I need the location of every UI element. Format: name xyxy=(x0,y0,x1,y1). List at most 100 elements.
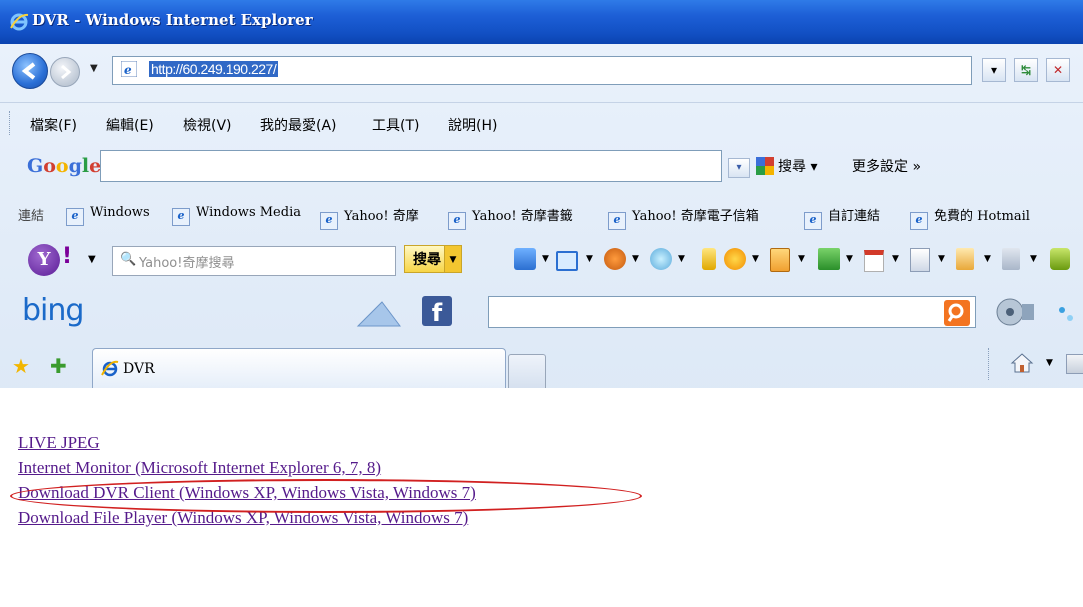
menu-view[interactable]: 檢視(V) xyxy=(183,115,232,135)
tab-label: DVR xyxy=(123,361,155,377)
google-search-button[interactable]: 搜尋 ▾ xyxy=(756,156,817,176)
mail-icon[interactable] xyxy=(556,251,578,271)
menu-bar: 檔案(F) 編輯(E) 檢視(V) 我的最愛(A) 工具(T) 說明(H) xyxy=(0,102,1083,143)
menu-edit[interactable]: 編輯(E) xyxy=(106,115,154,135)
yahoo-notebook-icon[interactable] xyxy=(514,248,536,270)
address-row: ▼ e http://60.249.190.227/ ▾ ↹ ✕ xyxy=(0,44,1083,102)
toolbar-dropdown-icon[interactable]: ▼ xyxy=(1030,254,1037,264)
toolbar-dropdown-icon[interactable]: ▼ xyxy=(678,254,685,264)
yahoo-search-input[interactable]: 🔍 Yahoo!奇摩搜尋 xyxy=(112,246,396,276)
yahoo-search-dropdown-icon[interactable]: ▼ xyxy=(444,246,461,272)
link-live-jpeg[interactable]: LIVE JPEG xyxy=(18,433,100,453)
games-icon[interactable] xyxy=(724,248,746,270)
page-icon[interactable] xyxy=(910,248,930,272)
ie-page-icon: e xyxy=(320,212,338,230)
tab-dvr[interactable]: DVR xyxy=(92,348,506,389)
menu-favorites[interactable]: 我的最愛(A) xyxy=(260,115,337,135)
home-dropdown-icon[interactable]: ▼ xyxy=(1046,358,1053,368)
search-icon: 🔍 xyxy=(120,252,137,267)
forward-button[interactable] xyxy=(50,57,80,87)
svg-text:e: e xyxy=(124,63,132,77)
links-label: 連結 xyxy=(18,209,45,224)
favorites-star-icon[interactable]: ★ xyxy=(12,354,30,378)
toolbar-grip xyxy=(9,111,12,135)
video-icon[interactable] xyxy=(994,296,1038,328)
history-dropdown-icon[interactable]: ▼ xyxy=(90,63,98,74)
google-search-input[interactable] xyxy=(100,150,722,182)
ie-page-icon: e xyxy=(121,61,137,77)
google-dropdown-button[interactable]: ▾ xyxy=(728,158,750,178)
link-custom[interactable]: e 自訂連結 xyxy=(804,205,880,230)
yahoo-toolbar: Y ! ▼ 🔍 Yahoo!奇摩搜尋 搜尋 ▼ ▼ ▼ ▼ ▼ ▼ ▼ ▼ ▼ … xyxy=(0,236,1083,288)
toolbar-dropdown-icon[interactable]: ▼ xyxy=(632,254,639,264)
toolbar-dropdown-icon[interactable]: ▼ xyxy=(586,254,593,264)
link-yahoo-mail[interactable]: e Yahoo! 奇摩電子信箱 xyxy=(608,205,759,230)
title-bar: DVR - Windows Internet Explorer xyxy=(0,0,1083,44)
home-icon[interactable] xyxy=(1010,352,1034,374)
toolbar-dropdown-icon[interactable]: ▼ xyxy=(752,254,759,264)
yahoo-menu-dropdown-icon[interactable]: ▼ xyxy=(88,254,96,265)
add-favorites-icon[interactable]: ✚ xyxy=(50,354,67,378)
puzzle-icon[interactable] xyxy=(1050,248,1070,270)
highlight-annotation-ellipse xyxy=(10,479,642,513)
page-content: LIVE JPEG Internet Monitor (Microsoft In… xyxy=(0,388,1083,607)
ie-page-icon: e xyxy=(172,208,190,226)
menu-file[interactable]: 檔案(F) xyxy=(30,115,77,135)
calendar-icon[interactable] xyxy=(864,250,884,272)
finance-icon[interactable] xyxy=(818,248,840,270)
link-yahoo[interactable]: e Yahoo! 奇摩 xyxy=(320,205,419,230)
tab-bar: ★ ✚ DVR ▼ xyxy=(0,340,1083,389)
forward-arrow-icon xyxy=(61,64,72,80)
google-search-icon xyxy=(756,157,774,175)
links-bar: 連結 e Windows e Windows Media e Yahoo! 奇摩 eY… xyxy=(0,192,1083,236)
toolbar-dropdown-icon[interactable]: ▼ xyxy=(846,254,853,264)
ie-page-icon: e xyxy=(608,212,626,230)
answers-icon[interactable] xyxy=(650,248,672,270)
link-windows-media[interactable]: e Windows Media xyxy=(172,205,301,226)
back-button[interactable] xyxy=(12,53,48,89)
link-hotmail[interactable]: e 免費的 Hotmail xyxy=(910,205,1030,230)
google-settings-button[interactable]: 更多設定 » xyxy=(852,156,921,176)
ie-logo-icon xyxy=(10,13,29,31)
notes-icon[interactable] xyxy=(956,248,974,270)
send-icon[interactable] xyxy=(356,298,402,328)
yahoo-logo[interactable]: Y xyxy=(28,244,60,276)
bing-logo[interactable]: bing xyxy=(22,293,84,328)
toolbar-dropdown-icon[interactable]: ▼ xyxy=(892,254,899,264)
address-url[interactable]: http://60.249.190.227/ xyxy=(149,61,279,77)
ie-page-icon: e xyxy=(804,212,822,230)
toolbar-grip xyxy=(988,348,989,380)
yahoo-search-label: 搜尋 xyxy=(413,252,441,268)
address-bar[interactable]: e http://60.249.190.227/ xyxy=(112,56,972,85)
yahoo-logo-bang: ! xyxy=(62,244,73,269)
link-internet-monitor[interactable]: Internet Monitor (Microsoft Internet Exp… xyxy=(18,458,381,478)
stop-button[interactable]: ✕ xyxy=(1046,58,1070,82)
link-yahoo-bookmarks[interactable]: e Yahoo! 奇摩書籤 xyxy=(448,205,573,230)
menu-help[interactable]: 說明(H) xyxy=(448,115,497,135)
new-tab-button[interactable] xyxy=(508,354,546,389)
messenger-icon[interactable] xyxy=(604,248,626,270)
yahoo-search-button[interactable]: 搜尋 ▼ xyxy=(404,245,462,273)
folder-icon[interactable] xyxy=(770,248,790,272)
back-arrow-icon xyxy=(21,62,36,80)
search-icon xyxy=(947,303,964,322)
bookmark-icon[interactable] xyxy=(702,248,716,270)
ie-page-icon: e xyxy=(448,212,466,230)
ie-page-icon: e xyxy=(66,208,84,226)
toolbar-dropdown-icon[interactable]: ▼ xyxy=(798,254,805,264)
toolbar-dropdown-icon[interactable]: ▼ xyxy=(542,254,549,264)
refresh-button[interactable]: ↹ xyxy=(1014,58,1038,82)
settings-icon[interactable] xyxy=(1002,248,1020,270)
bing-toolbar: bing f xyxy=(0,288,1083,340)
toolbar-dropdown-icon[interactable]: ▼ xyxy=(984,254,991,264)
menu-tools[interactable]: 工具(T) xyxy=(372,115,419,135)
google-toolbar: Google ▾ 搜尋 ▾ 更多設定 » xyxy=(0,142,1083,192)
feeds-icon[interactable] xyxy=(1066,354,1083,374)
bing-search-input[interactable] xyxy=(488,296,976,328)
translate-icon[interactable] xyxy=(1054,302,1078,326)
bing-search-button[interactable] xyxy=(944,300,970,326)
toolbar-dropdown-icon[interactable]: ▼ xyxy=(938,254,945,264)
facebook-icon[interactable]: f xyxy=(422,296,452,327)
link-windows[interactable]: e Windows xyxy=(66,205,150,226)
address-dropdown-button[interactable]: ▾ xyxy=(982,58,1006,82)
